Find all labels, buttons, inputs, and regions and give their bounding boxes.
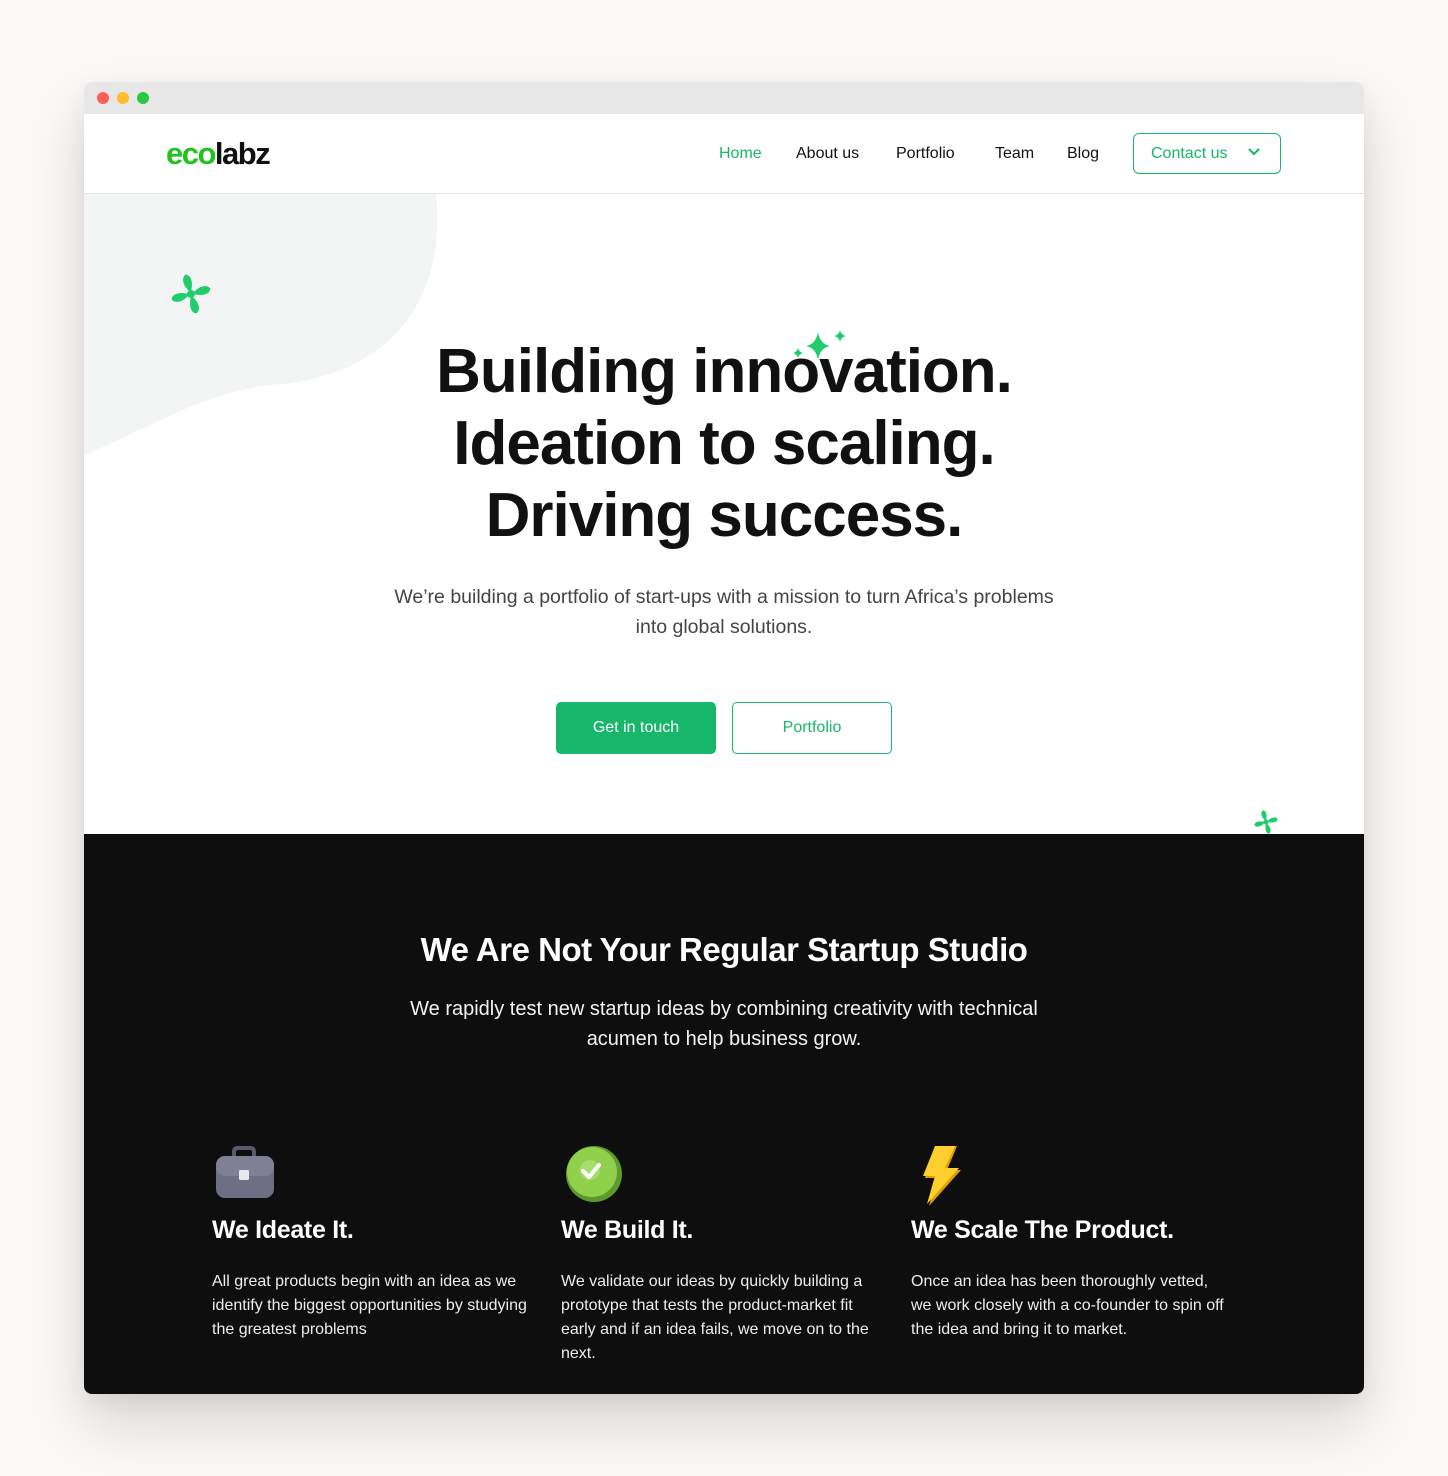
feature-build-title: We Build It. [561, 1216, 694, 1244]
about-subtitle: We rapidly test new startup ideas by com… [410, 998, 1038, 1050]
feature-scale-text: Once an idea has been thoroughly vetted,… [911, 1273, 1224, 1338]
leaf-star-icon [171, 274, 211, 314]
nav-team[interactable]: Team [995, 144, 1034, 164]
hero-title-line-1: Building innovation. [436, 337, 1013, 406]
hero-section: Building innovation. Ideation to scaling… [84, 194, 1364, 834]
minimize-window-button[interactable] [117, 92, 129, 104]
contact-us-label: Contact us [1151, 144, 1228, 162]
check-badge-icon [566, 1146, 622, 1202]
portfolio-button[interactable]: Portfolio [732, 702, 892, 754]
browser-window: ecolabz Home About us Portfolio Team Blo… [84, 82, 1364, 1394]
navbar: ecolabz Home About us Portfolio Team Blo… [84, 114, 1364, 194]
hero-title-line-3: Driving success. [485, 481, 964, 550]
feature-ideate-text: All great products begin with an idea as… [212, 1273, 527, 1338]
nav-home[interactable]: Home [719, 144, 762, 164]
logo-labz: labz [214, 136, 271, 171]
hero-subtitle: We’re building a portfolio of start-ups … [394, 586, 1054, 638]
about-section: We Are Not Your Regular Startup Studio W… [84, 834, 1364, 1394]
close-window-button[interactable] [97, 92, 109, 104]
about-title: We Are Not Your Regular Startup Studio [420, 931, 1028, 968]
hero-title-line-2: Ideation to scaling. [453, 409, 996, 478]
briefcase-icon [216, 1146, 274, 1198]
hero-title: Building innovation. Ideation to scaling… [84, 336, 1364, 552]
small-leaf-star-icon [1254, 810, 1278, 834]
feature-scale-title: We Scale The Product. [911, 1216, 1174, 1244]
logo-eco: eco [166, 136, 216, 171]
nav-about-us[interactable]: About us [796, 144, 859, 164]
chevron-down-icon [1248, 148, 1260, 155]
nav-blog[interactable]: Blog [1067, 144, 1099, 164]
feature-build-text: We validate our ideas by quickly buildin… [561, 1273, 869, 1362]
zoom-window-button[interactable] [137, 92, 149, 104]
contact-us-button[interactable]: Contact us [1133, 133, 1281, 174]
nav-portfolio[interactable]: Portfolio [896, 144, 955, 164]
logo[interactable]: ecolabz [166, 136, 271, 172]
get-in-touch-button[interactable]: Get in touch [556, 702, 716, 754]
lightning-icon [923, 1146, 961, 1206]
window-titlebar [84, 82, 1364, 114]
feature-ideate-title: We Ideate It. [212, 1216, 354, 1244]
